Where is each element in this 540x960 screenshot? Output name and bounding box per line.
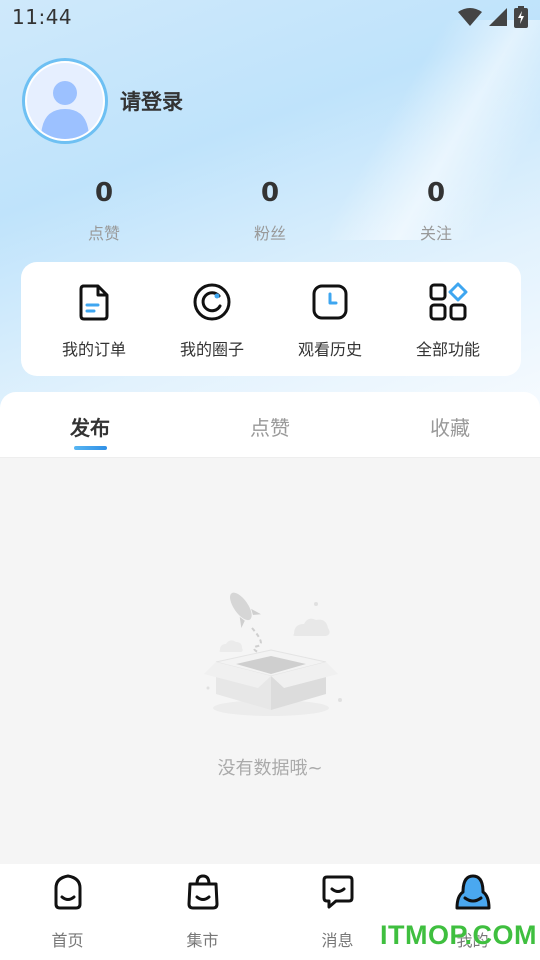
status-time: 11:44: [12, 5, 73, 29]
stat-fans[interactable]: 0 粉丝: [187, 172, 353, 244]
nav-market[interactable]: 集市: [135, 864, 270, 960]
stat-label: 点赞: [87, 224, 120, 243]
stat-value: 0: [426, 178, 446, 208]
quick-action-circles[interactable]: 我的圈子: [153, 262, 271, 376]
stat-label: 关注: [419, 224, 452, 243]
wifi-icon: [458, 8, 482, 26]
nav-home[interactable]: 首页: [0, 864, 135, 960]
watermark: ITMOP.COM: [380, 920, 538, 950]
stats-row: 0 点赞 0 粉丝 0 关注: [0, 172, 540, 244]
avatar[interactable]: [22, 58, 108, 144]
quick-action-orders[interactable]: 我的订单: [35, 262, 153, 376]
empty-state-message: 没有数据哦~: [217, 758, 323, 779]
quick-action-all-features[interactable]: 全部功能: [389, 262, 507, 376]
profile-header[interactable]: 请登录: [22, 58, 183, 144]
stat-likes[interactable]: 0 点赞: [21, 172, 187, 244]
circle-icon: [192, 282, 232, 322]
status-icons: [458, 6, 528, 28]
nav-label: 首页: [51, 931, 84, 950]
quick-actions-card: 我的订单 我的圈子 观看历史 全部功能: [21, 262, 521, 376]
quick-action-label: 我的订单: [61, 340, 126, 359]
quick-action-label: 我的圈子: [179, 340, 244, 359]
tab-label: 点赞: [250, 416, 290, 440]
signal-icon: [489, 8, 507, 26]
active-tab-indicator: [74, 446, 107, 450]
status-bar: 11:44: [0, 0, 540, 34]
tab-label: 收藏: [430, 416, 470, 440]
quick-action-history[interactable]: 观看历史: [271, 262, 389, 376]
shopping-bag-icon: [183, 872, 223, 912]
stat-value: 0: [94, 178, 114, 208]
tab-favorites[interactable]: 收藏: [360, 392, 540, 457]
stat-following[interactable]: 0 关注: [353, 172, 519, 244]
content-tabs: 发布 点赞 收藏: [0, 392, 540, 458]
home-icon: [48, 872, 88, 912]
quick-action-label: 全部功能: [415, 340, 480, 359]
message-icon: [318, 872, 358, 912]
content-area: 没有数据哦~: [0, 458, 540, 864]
default-avatar-icon: [27, 63, 103, 139]
nav-label: 消息: [321, 931, 354, 950]
stat-value: 0: [260, 178, 280, 208]
nav-label: 集市: [186, 931, 219, 950]
person-icon: [453, 872, 493, 912]
empty-box-illustration: [204, 592, 342, 716]
tab-label: 发布: [70, 416, 110, 440]
grid-apps-icon: [428, 282, 468, 322]
order-document-icon: [74, 282, 114, 322]
clock-icon: [310, 282, 350, 322]
login-prompt[interactable]: 请登录: [120, 86, 183, 116]
stat-label: 粉丝: [253, 224, 286, 243]
quick-action-label: 观看历史: [297, 340, 362, 359]
battery-icon: [514, 6, 528, 28]
tab-likes[interactable]: 点赞: [180, 392, 360, 457]
